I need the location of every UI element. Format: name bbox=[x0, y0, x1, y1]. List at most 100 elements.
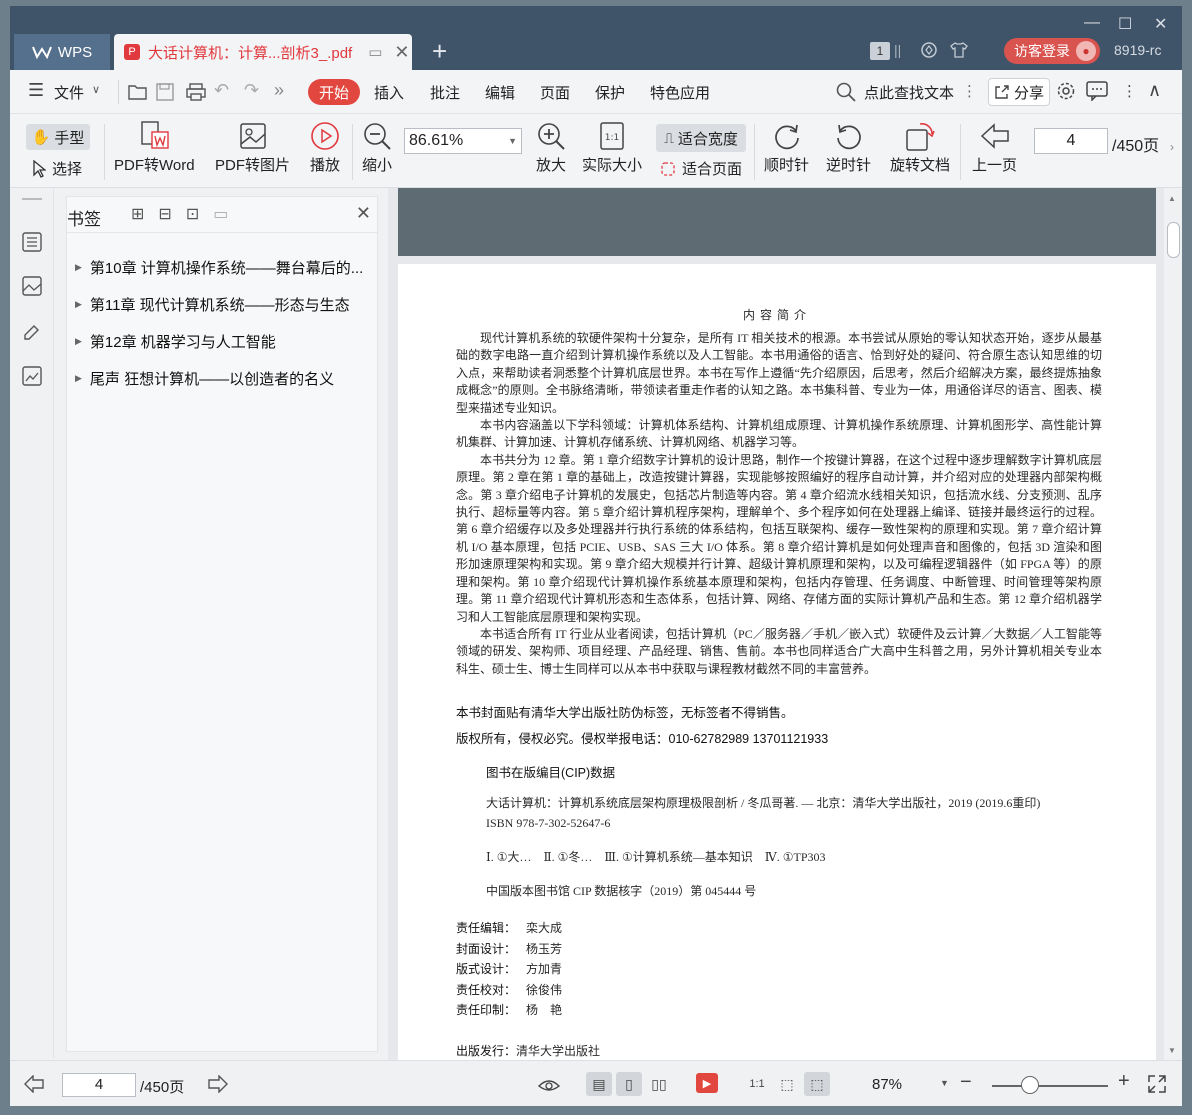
previous-page-button[interactable]: 上一页 bbox=[972, 118, 1017, 175]
divider bbox=[118, 80, 119, 104]
actual-size-status-button[interactable]: 1:1 bbox=[744, 1072, 770, 1096]
menu-file[interactable]: 文件 bbox=[54, 82, 84, 103]
share-button[interactable]: 分享 bbox=[988, 78, 1050, 106]
fit-page-status-button[interactable]: ⬚ bbox=[774, 1072, 800, 1096]
close-tab-icon[interactable]: ✕ bbox=[394, 42, 409, 63]
collapse-ribbon-icon[interactable]: ∧ bbox=[1148, 80, 1161, 101]
pdf-to-word-button[interactable]: PDF转Word bbox=[114, 118, 195, 175]
close-window-icon[interactable]: ✕ bbox=[1154, 14, 1167, 34]
settings-icon[interactable] bbox=[1056, 81, 1076, 101]
kebab-icon[interactable]: ⋮ bbox=[962, 82, 977, 100]
page-number-input[interactable]: 4 bbox=[1034, 128, 1108, 154]
menu-tab-protect[interactable]: 保护 bbox=[595, 82, 625, 103]
skin-icon[interactable] bbox=[920, 41, 938, 59]
pdf-page: 内容简介 现代计算机系统的软硬件架构十分复杂，是所有 IT 相关技术的根源。本书… bbox=[398, 264, 1156, 1064]
comment-icon[interactable] bbox=[1086, 81, 1108, 101]
expand-caret-icon[interactable]: ▶ bbox=[75, 299, 82, 310]
menu-tab-special[interactable]: 特色应用 bbox=[650, 82, 710, 103]
open-folder-icon[interactable] bbox=[128, 84, 148, 100]
expand-caret-icon[interactable]: ▶ bbox=[75, 262, 82, 273]
bookmark-item[interactable]: ▶ 第10章 计算机操作系统——舞台幕后的... bbox=[67, 249, 377, 286]
tab-document[interactable]: P 大话计算机：计算...剖析3_.pdf ▭ ✕ bbox=[114, 34, 412, 70]
menu-tab-comment[interactable]: 批注 bbox=[430, 82, 460, 103]
thumbnail-icon[interactable] bbox=[22, 276, 42, 296]
save-icon[interactable] bbox=[156, 83, 174, 101]
fit-width-button[interactable]: ⎍ 适合宽度 bbox=[656, 124, 746, 152]
hamburger-icon[interactable]: ☰ bbox=[28, 80, 44, 101]
window-count-badge[interactable]: 1 bbox=[870, 42, 890, 60]
search-icon[interactable] bbox=[836, 82, 856, 102]
scroll-down-icon[interactable]: ▼ bbox=[1168, 1046, 1176, 1055]
fit-page-button[interactable]: 适合页面 bbox=[660, 158, 742, 179]
insert-bookmark-icon[interactable]: ⊡ bbox=[186, 204, 199, 224]
eye-protection-icon[interactable] bbox=[538, 1075, 560, 1093]
cip-library: 中国版本图书馆 CIP 数据核字（2019）第 045444 号 bbox=[486, 884, 757, 898]
fullscreen-icon[interactable] bbox=[1148, 1075, 1166, 1093]
single-page-button[interactable]: ▯ bbox=[616, 1072, 642, 1096]
zoom-slider-track[interactable] bbox=[992, 1085, 1108, 1087]
add-bookmark-icon[interactable]: ⊞ bbox=[131, 204, 144, 224]
find-text-button[interactable]: 点此查找文本 bbox=[864, 82, 954, 103]
visitor-login-button[interactable]: 访客登录 ● bbox=[1004, 38, 1100, 64]
bookmark-item[interactable]: ▶ 尾声 狂想计算机——以创造者的名义 bbox=[67, 360, 377, 397]
menu-tab-page[interactable]: 页面 bbox=[540, 82, 570, 103]
status-page-input[interactable]: 4 bbox=[62, 1073, 136, 1097]
hand-tool-button[interactable]: ✋ 手型 bbox=[26, 124, 90, 150]
fit-page-label: 适合页面 bbox=[682, 161, 743, 178]
maximize-icon[interactable]: ☐ bbox=[1118, 14, 1132, 34]
select-tool-button[interactable]: 选择 bbox=[32, 158, 82, 179]
chevron-right-icon[interactable]: › bbox=[1170, 140, 1174, 154]
add-child-bookmark-icon[interactable]: ⊟ bbox=[158, 204, 171, 224]
rotate-clockwise-button[interactable]: 顺时针 bbox=[764, 118, 809, 175]
rotate-document-button[interactable]: 旋转文档 bbox=[890, 118, 950, 175]
shirt-icon[interactable] bbox=[950, 41, 968, 59]
fit-width-status-button[interactable]: ⬚ bbox=[804, 1072, 830, 1096]
bookmark-item[interactable]: ▶ 第12章 机器学习与人工智能 bbox=[67, 323, 377, 360]
prev-page-arrow-icon[interactable] bbox=[24, 1075, 44, 1093]
actual-size-button[interactable]: 1:1 实际大小 bbox=[582, 118, 642, 175]
zoom-dropdown-icon[interactable]: ▼ bbox=[940, 1078, 949, 1088]
fit-width-icon: ⬚ bbox=[810, 1075, 824, 1092]
minimize-icon[interactable]: — bbox=[1084, 14, 1100, 32]
expand-caret-icon[interactable]: ▶ bbox=[75, 336, 82, 347]
zoom-out-button[interactable]: 缩小 bbox=[362, 118, 392, 175]
outline-icon[interactable] bbox=[22, 232, 42, 252]
close-panel-icon[interactable]: ✕ bbox=[356, 203, 371, 224]
continuous-view-button[interactable]: ▤ bbox=[586, 1072, 612, 1096]
rotate-counterclockwise-button[interactable]: 逆时针 bbox=[826, 118, 871, 175]
delete-bookmark-icon[interactable]: ▭ bbox=[213, 204, 228, 224]
bookmark-item[interactable]: ▶ 第11章 现代计算机系统——形态与生态 bbox=[67, 286, 377, 323]
menu-tab-insert[interactable]: 插入 bbox=[374, 82, 404, 103]
image-bookmark-icon[interactable] bbox=[22, 366, 42, 386]
zoom-in-button[interactable]: 放大 bbox=[536, 118, 566, 175]
zoom-select[interactable]: 86.61% ▼ bbox=[404, 128, 522, 154]
zoom-out-minus-icon[interactable]: − bbox=[960, 1071, 972, 1094]
play-button[interactable]: 播放 bbox=[310, 118, 340, 175]
more-commands-icon[interactable]: » bbox=[274, 80, 284, 101]
zoom-in-plus-icon[interactable]: + bbox=[1118, 1070, 1130, 1093]
redo-icon[interactable]: ↷ bbox=[244, 80, 259, 101]
scrollbar-thumb[interactable] bbox=[1167, 222, 1180, 258]
rotate-document-icon bbox=[906, 123, 935, 151]
slideshow-button[interactable]: ▶ bbox=[696, 1073, 718, 1093]
previous-page-cover bbox=[398, 188, 1156, 256]
tab-wps-home[interactable]: WPS bbox=[14, 34, 110, 70]
annotation-icon[interactable] bbox=[22, 322, 42, 342]
more-menu-icon[interactable]: ⋮ bbox=[1122, 82, 1137, 100]
zoom-slider-knob[interactable] bbox=[1021, 1076, 1040, 1094]
vertical-scrollbar[interactable]: ▲ ▼ bbox=[1164, 188, 1182, 1060]
chevron-down-icon[interactable]: ∨ bbox=[92, 83, 100, 96]
document-viewport[interactable]: 内容简介 现代计算机系统的软硬件架构十分复杂，是所有 IT 相关技术的根源。本书… bbox=[388, 188, 1182, 1064]
next-page-arrow-icon[interactable] bbox=[208, 1075, 228, 1093]
undo-icon[interactable]: ↶ bbox=[214, 80, 229, 101]
menu-tab-edit[interactable]: 编辑 bbox=[485, 82, 515, 103]
print-icon[interactable] bbox=[186, 83, 206, 101]
menu-tab-start[interactable]: 开始 bbox=[308, 79, 360, 105]
monitor-icon[interactable]: ▭ bbox=[368, 43, 382, 61]
scroll-up-icon[interactable]: ▲ bbox=[1168, 194, 1176, 203]
pdf-to-image-button[interactable]: PDF转图片 bbox=[215, 118, 290, 175]
expand-caret-icon[interactable]: ▶ bbox=[75, 373, 82, 384]
drag-handle[interactable] bbox=[22, 198, 42, 200]
two-page-button[interactable]: ▯▯ bbox=[646, 1072, 672, 1096]
new-tab-icon[interactable]: + bbox=[432, 36, 447, 67]
